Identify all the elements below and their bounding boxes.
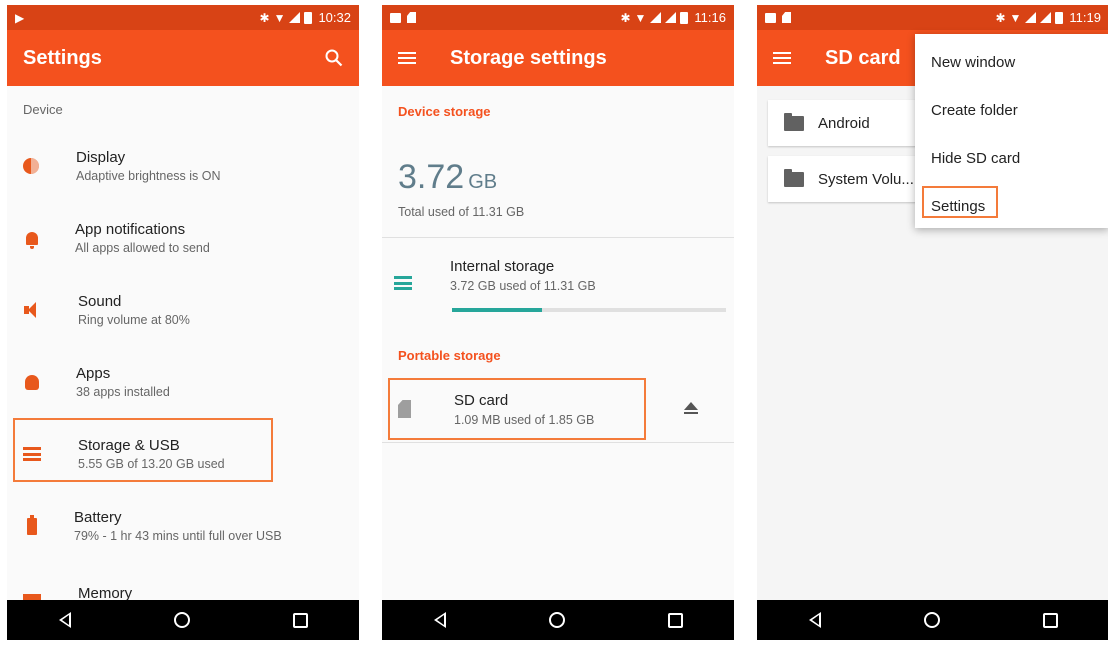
sd-notification-icon [407,12,416,23]
status-bar: ✱ ▼ 11:19 [757,5,1108,30]
section-label: Device [23,102,63,117]
battery-status-icon [304,11,313,24]
highlight-box [13,418,273,482]
home-icon[interactable] [173,612,190,628]
settings-item-battery[interactable]: Battery 79% - 1 hr 43 mins until full ove… [7,490,359,562]
phone-sd-card: ✱ ▼ 11:19 SD card Android System Volu...… [757,5,1108,640]
folder-name: System Volu... [818,170,914,188]
item-subtitle: Adaptive brightness is ON [76,169,221,183]
volume-icon [23,301,41,319]
used-summary: 3.72 GB [382,132,734,197]
internal-storage-icon [394,276,412,290]
clock: 11:16 [694,10,726,25]
divider [382,442,734,443]
home-icon[interactable] [548,612,565,628]
settings-list: Device Display Adaptive brightness is ON … [7,86,359,640]
portable-storage-label: Portable storage [398,348,501,363]
wifi-icon: ▼ [273,10,286,25]
back-icon[interactable] [433,612,446,628]
sd-card-row[interactable]: SD card 1.09 MB used of 1.85 GB [382,376,734,442]
sd-notification-icon [782,12,791,23]
item-title: Display [76,149,126,166]
menu-icon[interactable] [773,52,791,64]
back-icon[interactable] [58,612,71,628]
item-title: Battery [74,509,122,526]
bluetooth-icon: ✱ [259,10,270,25]
device-storage-label: Device storage [398,104,491,119]
bell-icon [26,231,38,249]
recents-icon[interactable] [667,612,683,628]
bluetooth-icon: ✱ [620,10,631,25]
android-icon [25,374,39,390]
image-notification-icon [765,12,776,23]
signal-icon [665,12,677,23]
folder-icon [784,168,804,187]
display-icon [23,158,39,174]
progress-fill [452,308,543,312]
settings-item-apps[interactable]: Apps 38 apps installed [7,346,359,418]
signal-icon [1025,12,1037,23]
clock: 10:32 [318,10,351,25]
battery-status-icon [680,11,689,24]
total-used-text: Total used of 11.31 GB [398,205,525,219]
internal-storage-row[interactable]: Internal storage 3.72 GB used of 11.31 G… [382,238,734,338]
battery-status-icon [1055,11,1064,24]
menu-item-hide-sd-card[interactable]: Hide SD card [915,134,1108,182]
status-bar: ▶ ✱ ▼ 10:32 [7,5,359,30]
menu-icon[interactable] [398,52,416,64]
item-subtitle: 3.72 GB used of 11.31 GB [450,279,596,293]
settings-item-storage-usb[interactable]: Storage & USB 5.55 GB of 13.20 GB used [7,418,359,490]
nav-bar [757,600,1108,640]
item-subtitle: 79% - 1 hr 43 mins until full over USB [74,529,282,543]
overflow-menu: New window Create folder Hide SD card Se… [915,34,1108,228]
item-title: Apps [76,365,111,382]
image-notification-icon [390,12,401,23]
item-title: App notifications [75,221,186,238]
signal-icon [1040,12,1052,23]
nav-bar [7,600,359,640]
storage-progress-bar [452,308,726,312]
menu-item-new-window[interactable]: New window [915,38,1108,86]
bluetooth-icon: ✱ [995,10,1006,25]
settings-item-sound[interactable]: Sound Ring volume at 80% [7,274,359,346]
menu-item-create-folder[interactable]: Create folder [915,86,1108,134]
clock: 11:19 [1069,10,1101,25]
status-bar: ✱ ▼ 11:16 [382,5,734,30]
recents-icon[interactable] [1042,612,1058,628]
settings-item-display[interactable]: Display Adaptive brightness is ON [7,130,359,202]
search-icon[interactable] [325,49,343,67]
page-title: Settings [23,46,102,69]
signal-icon [650,12,662,23]
used-number: 3.72 [398,158,465,196]
battery-icon [27,514,37,535]
folder-name: Android [818,114,870,132]
signal-icon [289,12,301,23]
app-bar: Settings [7,30,359,86]
item-title: Internal storage [450,258,555,275]
phone-settings: ▶ ✱ ▼ 10:32 Settings Device Display Adapt… [7,5,359,640]
home-icon[interactable] [923,612,940,628]
item-subtitle: 38 apps installed [76,385,170,399]
nav-bar [382,600,734,640]
wifi-icon: ▼ [1009,10,1022,25]
settings-item-app-notifications[interactable]: App notifications All apps allowed to sen… [7,202,359,274]
back-icon[interactable] [808,612,821,628]
phone-storage-settings: ✱ ▼ 11:16 Storage settings Device storag… [382,5,734,640]
item-title: Sound [78,293,122,310]
notification-icon: ▶ [15,10,25,25]
highlight-box [388,378,646,440]
storage-content: Device storage 3.72 GB Total used of 11.3… [382,86,734,640]
app-bar: Storage settings [382,30,734,86]
recents-icon[interactable] [292,612,308,628]
highlight-box [922,186,998,218]
folder-icon [784,112,804,131]
item-subtitle: Ring volume at 80% [78,313,190,327]
page-title: Storage settings [450,46,607,69]
used-unit: GB [468,171,498,193]
item-subtitle: All apps allowed to send [75,241,210,255]
settings-item-memory[interactable]: Memory [7,562,359,602]
wifi-icon: ▼ [634,10,647,25]
eject-icon[interactable] [684,402,698,414]
